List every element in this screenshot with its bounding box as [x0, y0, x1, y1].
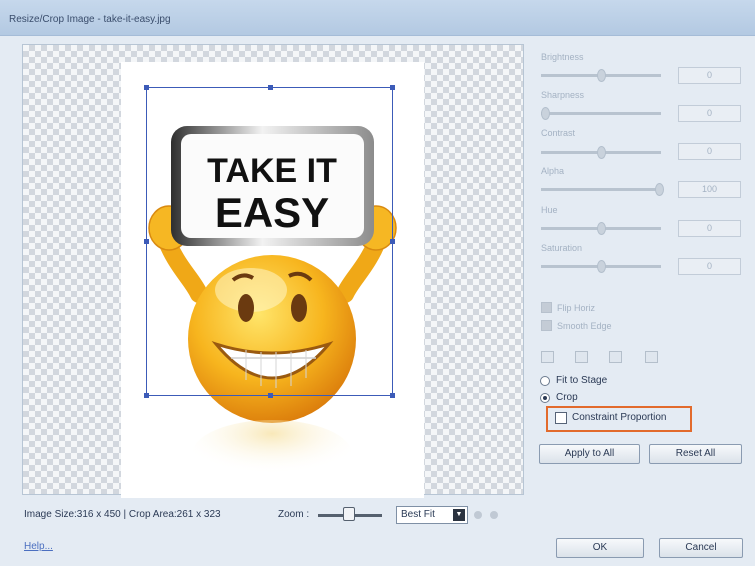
- zoom-select-value: Best Fit: [401, 509, 435, 520]
- saturation-slider[interactable]: [541, 260, 661, 273]
- resize-crop-dialog: Resize/Crop Image - take-it-easy.jpg TAK…: [0, 0, 755, 566]
- crop-handle-top-left[interactable]: [144, 85, 149, 90]
- brightness-label: Brightness: [541, 52, 584, 62]
- crop-handle-top[interactable]: [268, 85, 273, 90]
- window-title: Resize/Crop Image - take-it-easy.jpg: [9, 14, 171, 25]
- saturation-label: Saturation: [541, 243, 583, 253]
- rotate-left-icon[interactable]: [541, 351, 554, 363]
- fit-to-stage-radio[interactable]: [540, 376, 550, 386]
- contrast-value[interactable]: 0: [678, 143, 741, 160]
- apply-to-all-button[interactable]: Apply to All: [539, 444, 640, 464]
- rotate-right-icon[interactable]: [575, 351, 588, 363]
- saturation-value[interactable]: 0: [678, 258, 741, 275]
- crop-handle-left[interactable]: [144, 239, 149, 244]
- zoom-select[interactable]: Best Fit ▼: [396, 506, 468, 524]
- image-size-info: Image Size:316 x 450 | Crop Area:261 x 3…: [24, 509, 221, 520]
- crop-handle-top-right[interactable]: [390, 85, 395, 90]
- contrast-slider[interactable]: [541, 146, 661, 159]
- smooth-edge-checkbox[interactable]: [541, 320, 552, 331]
- sharpness-slider[interactable]: [541, 107, 661, 120]
- brightness-value[interactable]: 0: [678, 67, 741, 84]
- flip-icon[interactable]: [609, 351, 622, 363]
- constraint-proportion-checkbox[interactable]: [555, 412, 567, 424]
- alpha-value[interactable]: 100: [678, 181, 741, 198]
- image-stage[interactable]: TAKE IT EASY: [22, 44, 524, 498]
- cancel-button[interactable]: Cancel: [659, 538, 743, 558]
- crop-handle-bottom-left[interactable]: [144, 393, 149, 398]
- crop-handle-bottom[interactable]: [268, 393, 273, 398]
- crop-handle-right[interactable]: [390, 239, 395, 244]
- slider-thumb[interactable]: [655, 183, 664, 196]
- crop-frame[interactable]: [144, 85, 395, 398]
- reset-all-button[interactable]: Reset All: [649, 444, 742, 464]
- slider-thumb[interactable]: [597, 69, 606, 82]
- zoom-slider-thumb[interactable]: [343, 507, 355, 521]
- zoom-label: Zoom :: [278, 509, 310, 520]
- flip-horiz-label: Flip Horiz: [557, 303, 596, 313]
- hue-value[interactable]: 0: [678, 220, 741, 237]
- crop-label: Crop: [556, 392, 578, 403]
- alpha-label: Alpha: [541, 166, 565, 176]
- chevron-down-icon: ▼: [453, 509, 465, 521]
- constraint-proportion-label: Constraint Proportion: [572, 412, 667, 423]
- crop-radio[interactable]: [540, 393, 550, 403]
- brightness-slider[interactable]: [541, 69, 661, 82]
- flip-horiz-checkbox[interactable]: [541, 302, 552, 313]
- title-bar[interactable]: Resize/Crop Image - take-it-easy.jpg: [0, 0, 755, 36]
- reset-icon[interactable]: [645, 351, 658, 363]
- smooth-edge-label: Smooth Edge: [557, 321, 612, 331]
- slider-thumb[interactable]: [541, 107, 550, 120]
- crop-handle-bottom-right[interactable]: [390, 393, 395, 398]
- sharpness-value[interactable]: 0: [678, 105, 741, 122]
- hue-slider[interactable]: [541, 222, 661, 235]
- hue-label: Hue: [541, 205, 558, 215]
- zoom-out-icon[interactable]: [490, 511, 498, 519]
- ok-button[interactable]: OK: [556, 538, 644, 558]
- slider-thumb[interactable]: [597, 222, 606, 235]
- fit-to-stage-label: Fit to Stage: [556, 375, 608, 386]
- slider-thumb[interactable]: [597, 260, 606, 273]
- help-link[interactable]: Help...: [24, 541, 53, 552]
- sharpness-label: Sharpness: [541, 90, 585, 100]
- alpha-slider[interactable]: [541, 183, 664, 196]
- contrast-label: Contrast: [541, 128, 576, 138]
- slider-thumb[interactable]: [597, 146, 606, 159]
- zoom-in-icon[interactable]: [474, 511, 482, 519]
